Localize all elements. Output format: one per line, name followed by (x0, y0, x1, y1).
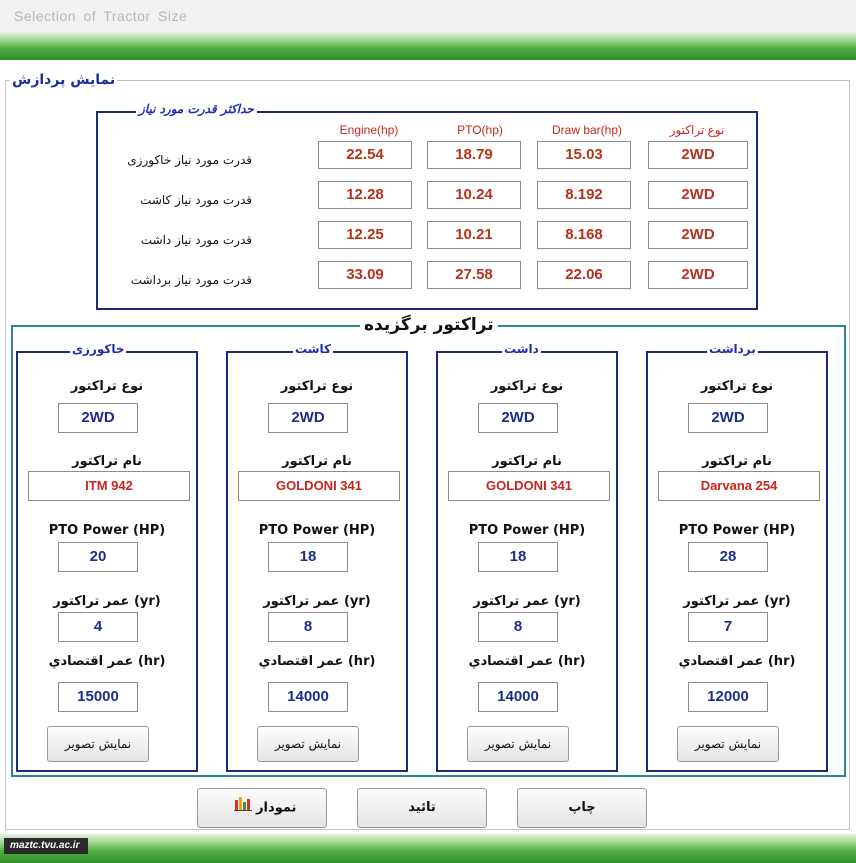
pto-power-label: PTO Power (HP) (678, 523, 796, 538)
selected-tractor-legend: تراکتور برگزیده (360, 315, 498, 335)
economic-life-label: عمر اقتصادي (hr) (468, 654, 586, 669)
pto-power-field[interactable]: 18 (478, 542, 558, 572)
chart-button[interactable]: نمودار (197, 788, 327, 828)
economic-life-field[interactable]: 14000 (478, 682, 558, 712)
name-label: نام تراکتور (492, 454, 562, 469)
card-title-planting: کاشت (293, 342, 333, 356)
header-engine: Engine(hp) (339, 123, 399, 137)
age-field[interactable]: 7 (688, 612, 768, 642)
type-label: نوع تراکتور (700, 379, 774, 394)
planting-pto-field[interactable]: 10.24 (427, 181, 521, 209)
site-watermark: maztc.tvu.ac.ir (4, 838, 88, 854)
economic-life-field[interactable]: 15000 (58, 682, 138, 712)
bottom-green-banner (0, 834, 856, 863)
header-drawbar: Draw bar(hp) (551, 123, 623, 137)
pto-power-label: PTO Power (HP) (258, 523, 376, 538)
tractor-type-field[interactable]: 2WD (478, 403, 558, 433)
tractor-type-field[interactable]: 2WD (268, 403, 348, 433)
top-green-banner (0, 32, 856, 60)
economic-life-field[interactable]: 12000 (688, 682, 768, 712)
age-label: عمر تراکتور (yr) (683, 594, 791, 609)
bar-chart-icon (233, 789, 252, 827)
tractor-card-tillage: نوع تراکتور 2WD نام تراکتور ITM 942 PTO … (16, 351, 198, 772)
economic-life-label: عمر اقتصادي (hr) (678, 654, 796, 669)
tillage-pto-field[interactable]: 18.79 (427, 141, 521, 169)
tillage-drawbar-field[interactable]: 15.03 (537, 141, 631, 169)
show-image-button[interactable]: نمایش تصویر (257, 726, 359, 762)
chart-button-label: نمودار (256, 800, 297, 816)
tractor-card-maintenance: نوع تراکتور 2WD نام تراکتور GOLDONI 341 … (436, 351, 618, 772)
type-label: نوع تراکتور (70, 379, 144, 394)
pto-power-field[interactable]: 28 (688, 542, 768, 572)
economic-life-field[interactable]: 14000 (268, 682, 348, 712)
show-image-button[interactable]: نمایش تصویر (467, 726, 569, 762)
age-label: عمر تراکتور (yr) (473, 594, 581, 609)
pto-power-label: PTO Power (HP) (468, 523, 586, 538)
row-label-harvest: قدرت مورد نیاز برداشت (130, 273, 252, 287)
age-field[interactable]: 4 (58, 612, 138, 642)
planting-drawbar-field[interactable]: 8.192 (537, 181, 631, 209)
confirm-button[interactable]: تائید (357, 788, 487, 828)
tractor-name-field[interactable]: Darvana 254 (658, 471, 820, 501)
row-label-maintenance: قدرت مورد نیاز داشت (140, 233, 252, 247)
header-tractor-type: نوع تراکتور (669, 123, 725, 137)
economic-life-label: عمر اقتصادي (hr) (48, 654, 166, 669)
harvest-type-field[interactable]: 2WD (648, 261, 748, 289)
type-label: نوع تراکتور (280, 379, 354, 394)
pto-power-field[interactable]: 20 (58, 542, 138, 572)
name-label: نام تراکتور (282, 454, 352, 469)
maintenance-pto-field[interactable]: 10.21 (427, 221, 521, 249)
header-pto: PTO(hp) (457, 123, 503, 137)
show-image-button[interactable]: نمایش تصویر (677, 726, 779, 762)
name-label: نام تراکتور (72, 454, 142, 469)
card-title-tillage: خاکورزی (70, 342, 127, 356)
age-label: عمر تراکتور (yr) (263, 594, 371, 609)
window-titlebar: Selection of Tractor Size (0, 0, 856, 33)
tractor-card-harvest: نوع تراکتور 2WD نام تراکتور Darvana 254 … (646, 351, 828, 772)
name-label: نام تراکتور (702, 454, 772, 469)
print-button[interactable]: چاپ (517, 788, 647, 828)
card-title-harvest: برداشت (707, 342, 758, 356)
card-title-maintenance: داشت (502, 342, 541, 356)
show-image-button[interactable]: نمایش تصویر (47, 726, 149, 762)
row-label-tillage: قدرت مورد نیاز خاکورزی (127, 153, 252, 167)
process-display-legend: نمایش پردازش (10, 72, 118, 88)
harvest-drawbar-field[interactable]: 22.06 (537, 261, 631, 289)
age-field[interactable]: 8 (478, 612, 558, 642)
economic-life-label: عمر اقتصادي (hr) (258, 654, 376, 669)
required-power-legend: حداکثر قدرت مورد نیاز (136, 102, 257, 116)
tractor-name-field[interactable]: GOLDONI 341 (238, 471, 400, 501)
harvest-engine-field[interactable]: 33.09 (318, 261, 412, 289)
planting-type-field[interactable]: 2WD (648, 181, 748, 209)
maintenance-drawbar-field[interactable]: 8.168 (537, 221, 631, 249)
tillage-type-field[interactable]: 2WD (648, 141, 748, 169)
maintenance-type-field[interactable]: 2WD (648, 221, 748, 249)
pto-power-field[interactable]: 18 (268, 542, 348, 572)
pto-power-label: PTO Power (HP) (48, 523, 166, 538)
row-label-planting: قدرت مورد نیاز کاشت (140, 193, 252, 207)
tractor-type-field[interactable]: 2WD (58, 403, 138, 433)
age-label: عمر تراکتور (yr) (53, 594, 161, 609)
tractor-card-planting: نوع تراکتور 2WD نام تراکتور GOLDONI 341 … (226, 351, 408, 772)
planting-engine-field[interactable]: 12.28 (318, 181, 412, 209)
age-field[interactable]: 8 (268, 612, 348, 642)
maintenance-engine-field[interactable]: 12.25 (318, 221, 412, 249)
window-title: Selection of Tractor Size (14, 8, 188, 24)
harvest-pto-field[interactable]: 27.58 (427, 261, 521, 289)
tillage-engine-field[interactable]: 22.54 (318, 141, 412, 169)
tractor-name-field[interactable]: GOLDONI 341 (448, 471, 610, 501)
tractor-name-field[interactable]: ITM 942 (28, 471, 190, 501)
tractor-type-field[interactable]: 2WD (688, 403, 768, 433)
type-label: نوع تراکتور (490, 379, 564, 394)
